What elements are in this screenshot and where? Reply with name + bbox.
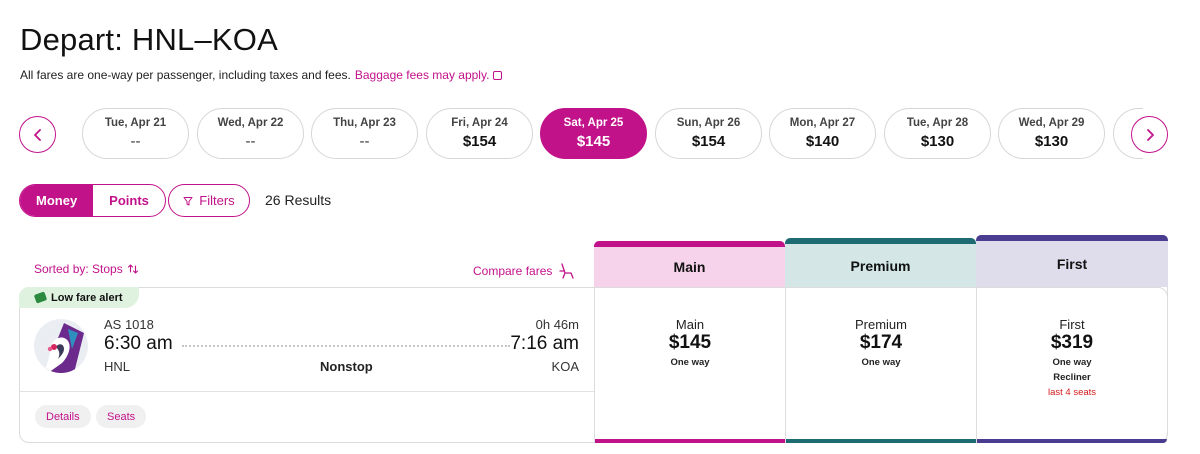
sort-icon	[127, 264, 138, 274]
date-option-apr-27[interactable]: Mon, Apr 27 $140	[769, 108, 876, 159]
money-points-toggle: Money Points	[19, 184, 166, 217]
fare-column-first: First First $319 One way Recliner last 4…	[976, 235, 1168, 443]
filters-button[interactable]: Filters	[168, 184, 250, 217]
points-toggle-option[interactable]: Points	[93, 185, 165, 216]
fare-name: Main	[675, 317, 705, 332]
page-title: Depart: HNL–KOA	[20, 22, 278, 57]
fare-body-premium: Premium $174 One way	[785, 287, 976, 443]
stops-label: Nonstop	[320, 359, 373, 374]
external-link-icon	[493, 71, 503, 80]
seats-left-warning: last 4 seats	[1047, 387, 1097, 398]
fare-disclaimer: All fares are one-way per passenger, inc…	[20, 68, 503, 82]
fare-column-main: Main Main $145 One way	[594, 241, 785, 443]
date-label: Tue, Apr 21	[104, 117, 167, 129]
seats-button[interactable]: Seats	[96, 405, 147, 428]
details-button[interactable]: Details	[35, 405, 91, 428]
seat-icon	[559, 263, 575, 279]
date-label: Thu, Apr 23	[333, 117, 396, 129]
origin-airport: HNL	[104, 359, 131, 374]
fare-name: Premium	[854, 317, 907, 332]
fare-accent-bar	[786, 439, 976, 443]
fare-price: $319	[1050, 332, 1094, 353]
results-count: 26 Results	[265, 192, 332, 208]
date-price: $130	[920, 133, 955, 150]
date-option-apr-26[interactable]: Sun, Apr 26 $154	[655, 108, 762, 159]
flight-duration: 0h 46m	[535, 317, 579, 332]
date-option-apr-25-selected[interactable]: Sat, Apr 25 $145	[540, 108, 647, 159]
fare-price: $174	[859, 332, 903, 353]
date-price: --	[130, 133, 141, 150]
fare-disclaimer-text: All fares are one-way per passenger, inc…	[20, 68, 351, 82]
date-label: Wed, Apr 22	[217, 117, 284, 129]
date-price: --	[245, 133, 256, 150]
chevron-left-icon	[33, 128, 41, 141]
compare-fares-link[interactable]: Compare fares	[473, 262, 576, 280]
previous-dates-button[interactable]	[19, 116, 56, 153]
date-label: Tue, Apr 28	[906, 117, 969, 129]
date-label: Fri, Apr 24	[451, 117, 508, 129]
fare-header-main: Main	[594, 241, 785, 287]
carousel-fade	[60, 108, 82, 160]
date-label: Mon, Apr 27	[789, 117, 856, 129]
card-divider	[20, 391, 595, 392]
fare-header-premium: Premium	[785, 238, 976, 287]
fare-cabin: Recliner	[1053, 372, 1091, 383]
fare-accent-bar	[977, 439, 1167, 443]
filter-icon	[183, 196, 193, 205]
chevron-right-icon	[1146, 128, 1154, 141]
money-toggle-option[interactable]: Money	[20, 185, 94, 216]
sort-control[interactable]: Sorted by: Stops	[34, 262, 139, 276]
compare-fares-label: Compare fares	[473, 264, 553, 278]
flight-number: AS 1018	[104, 317, 154, 332]
baggage-fees-link[interactable]: Baggage fees may apply.	[355, 68, 490, 82]
fare-price: $145	[668, 332, 712, 353]
date-price: $154	[691, 133, 726, 150]
fare-header-first: First	[976, 235, 1168, 287]
date-price: --	[359, 133, 370, 150]
date-price: $140	[805, 133, 840, 150]
departure-time: 6:30 am	[104, 333, 173, 354]
airline-logo	[34, 319, 88, 373]
fare-column-premium: Premium Premium $174 One way	[785, 238, 976, 443]
date-price: $130	[1034, 133, 1069, 150]
date-option-apr-24[interactable]: Fri, Apr 24 $154	[426, 108, 533, 159]
date-option-apr-29[interactable]: Wed, Apr 29 $130	[998, 108, 1105, 159]
date-option-apr-28[interactable]: Tue, Apr 28 $130	[884, 108, 991, 159]
fare-option-first[interactable]: First $319 One way Recliner last 4 seats	[977, 287, 1167, 443]
low-fare-alert-label: Low fare alert	[51, 291, 123, 304]
fare-name: First	[1059, 317, 1085, 332]
date-label: Wed, Apr 29	[1018, 117, 1085, 129]
sort-label: Sorted by: Stops	[34, 262, 123, 276]
arrival-time: 7:16 am	[510, 333, 579, 354]
route-line	[182, 345, 510, 347]
fare-option-premium[interactable]: Premium $174 One way	[786, 287, 976, 443]
next-dates-button[interactable]	[1131, 116, 1168, 153]
date-label: Sun, Apr 26	[676, 117, 741, 129]
fare-option-main[interactable]: Main $145 One way	[595, 287, 785, 443]
date-price: $154	[462, 133, 497, 150]
date-label: Sat, Apr 25	[563, 117, 624, 129]
fare-body-first: First $319 One way Recliner last 4 seats	[976, 287, 1168, 443]
destination-airport: KOA	[551, 359, 579, 374]
tag-icon	[33, 291, 48, 304]
date-price: $145	[576, 133, 611, 150]
fare-accent-bar	[595, 439, 785, 443]
date-option-apr-21[interactable]: Tue, Apr 21 --	[82, 108, 189, 159]
filters-label: Filters	[199, 193, 235, 208]
date-option-apr-22[interactable]: Wed, Apr 22 --	[197, 108, 304, 159]
fare-note: One way	[670, 357, 710, 368]
fare-body-main: Main $145 One way	[594, 287, 785, 443]
date-option-apr-23[interactable]: Thu, Apr 23 --	[311, 108, 418, 159]
fare-note: One way	[1052, 357, 1092, 368]
fare-note: One way	[861, 357, 901, 368]
low-fare-alert-badge: Low fare alert	[19, 287, 139, 308]
